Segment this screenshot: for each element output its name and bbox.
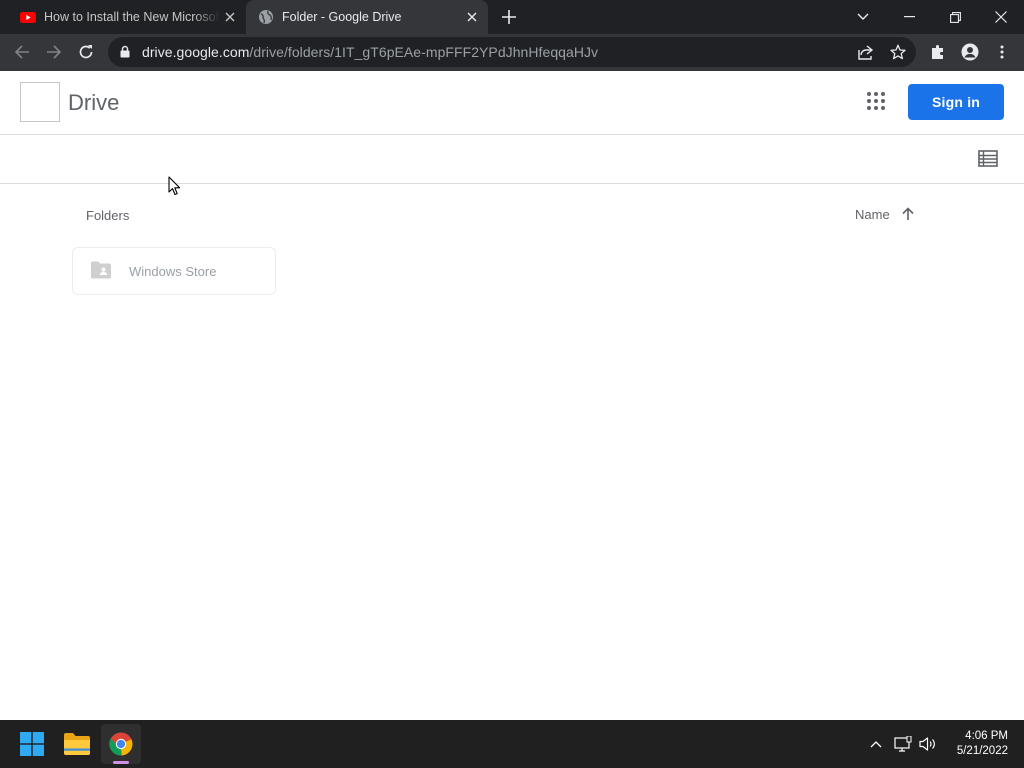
folder-name: Windows Store: [129, 263, 217, 279]
shared-folder-icon: [91, 261, 111, 281]
taskbar: 4:06 PM 5/21/2022: [0, 720, 1024, 768]
folder-item[interactable]: Windows Store: [72, 247, 276, 295]
volume-icon[interactable]: [918, 734, 938, 754]
clock-date: 5/21/2022: [956, 745, 1008, 757]
close-icon[interactable]: [462, 7, 482, 27]
chrome-icon[interactable]: [101, 724, 141, 764]
lock-icon[interactable]: [120, 45, 130, 63]
system-clock[interactable]: 4:06 PM 5/21/2022: [948, 729, 1008, 759]
bookmark-star-icon[interactable]: [888, 42, 908, 62]
minimize-icon[interactable]: [886, 0, 932, 34]
drive-logo-icon[interactable]: [20, 82, 60, 122]
arrow-up-icon[interactable]: [900, 206, 916, 222]
restore-icon[interactable]: [932, 0, 978, 34]
url-path: /drive/folders/1IT_gT6pEAe-mpFFF2YPdJhnH…: [249, 44, 599, 60]
list-view-icon[interactable]: [978, 150, 998, 168]
active-app-indicator: [113, 761, 129, 764]
drive-header: Drive Sign in: [0, 71, 1024, 135]
sort-label: Name: [855, 206, 890, 222]
google-apps-icon[interactable]: [864, 89, 888, 113]
view-toolbar: [0, 135, 1024, 184]
youtube-icon: [20, 9, 36, 25]
url-host: drive.google.com: [142, 44, 250, 60]
globe-icon: [258, 9, 274, 25]
app-title[interactable]: Drive: [68, 90, 119, 116]
tab-youtube[interactable]: How to Install the New Microsoft Store: [8, 0, 246, 34]
file-explorer-icon[interactable]: [57, 724, 97, 764]
reload-icon[interactable]: [72, 38, 100, 66]
forward-icon[interactable]: [40, 38, 68, 66]
close-icon[interactable]: [220, 7, 240, 27]
back-icon[interactable]: [8, 38, 36, 66]
sort-by-name[interactable]: Name: [855, 206, 916, 222]
profile-icon[interactable]: [956, 38, 984, 66]
extensions-icon[interactable]: [924, 38, 952, 66]
address-bar[interactable]: drive.google.com/drive/folders/1IT_gT6pE…: [108, 37, 916, 67]
browser-menu-icon[interactable]: [988, 38, 1016, 66]
sign-in-button[interactable]: Sign in: [908, 84, 1004, 120]
tab-strip: How to Install the New Microsoft Store F…: [0, 0, 1024, 34]
tab-google-drive[interactable]: Folder - Google Drive: [246, 0, 488, 34]
network-icon[interactable]: [893, 734, 913, 754]
mouse-cursor-icon: [168, 176, 181, 201]
tab-search-icon[interactable]: [840, 0, 886, 34]
tab-title: How to Install the New Microsoft Store: [44, 10, 220, 24]
tab-title: Folder - Google Drive: [282, 10, 402, 24]
url-text[interactable]: drive.google.com/drive/folders/1IT_gT6pE…: [142, 44, 598, 60]
share-icon[interactable]: [856, 42, 876, 62]
clock-time: 4:06 PM: [965, 730, 1008, 742]
chevron-up-icon[interactable]: [866, 734, 886, 754]
browser-toolbar: drive.google.com/drive/folders/1IT_gT6pE…: [0, 34, 1024, 71]
new-tab-icon[interactable]: [497, 5, 521, 29]
close-window-icon[interactable]: [978, 0, 1024, 34]
start-icon[interactable]: [12, 724, 52, 764]
folders-section-label: Folders: [86, 208, 130, 223]
